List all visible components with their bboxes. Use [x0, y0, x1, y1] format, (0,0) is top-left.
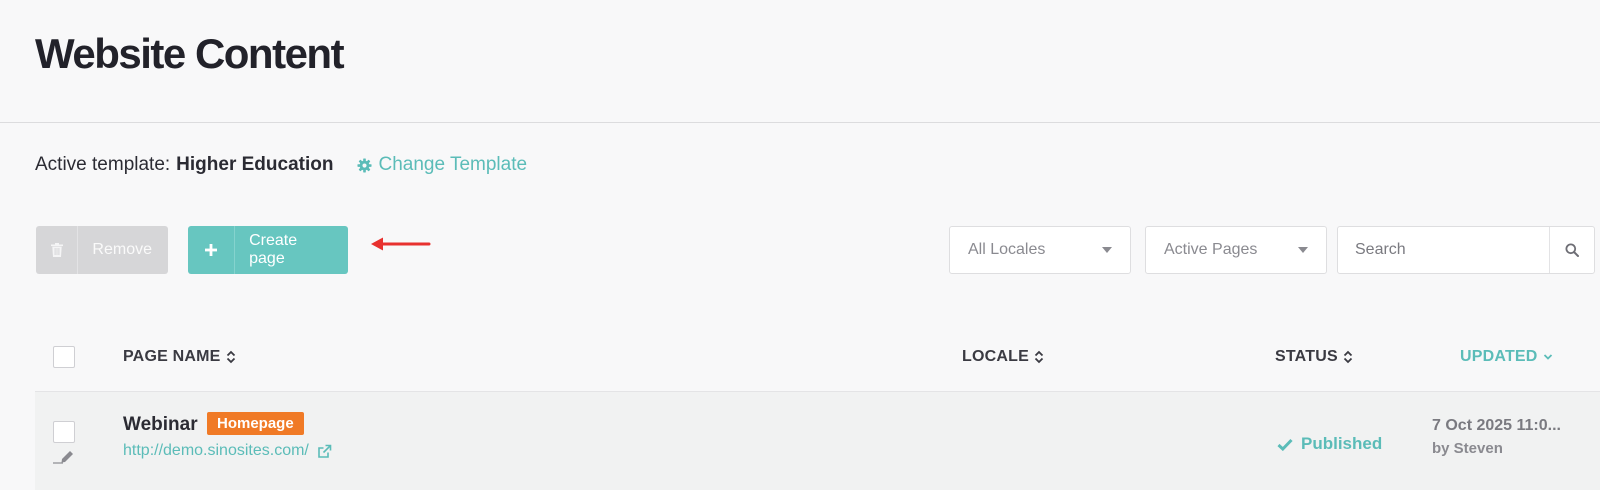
locale-filter-value: All Locales: [968, 241, 1046, 258]
check-icon: [1277, 438, 1293, 451]
trash-icon: [36, 226, 79, 274]
homepage-badge: Homepage: [207, 412, 304, 435]
header-divider: [0, 122, 1600, 123]
updated-by: by Steven: [1432, 440, 1503, 457]
plus-icon: [188, 226, 236, 274]
chevron-down-icon: [1298, 247, 1308, 253]
column-header-locale-label: LOCALE: [962, 348, 1029, 365]
search-icon: [1565, 243, 1579, 257]
table-header: PAGE NAME LOCALE STATUS UPDATED: [35, 338, 1600, 390]
column-header-locale[interactable]: LOCALE: [962, 348, 1044, 366]
create-page-button[interactable]: Create page: [188, 226, 348, 274]
column-header-status-label: STATUS: [1275, 348, 1338, 365]
pages-filter-select[interactable]: Active Pages: [1145, 226, 1327, 274]
search-button[interactable]: [1549, 227, 1594, 273]
gear-icon: [357, 157, 372, 173]
column-header-page-name-label: PAGE NAME: [123, 348, 221, 365]
active-template-row: Active template: Higher Education Change…: [35, 154, 527, 176]
column-header-updated-label: UPDATED: [1460, 348, 1538, 365]
active-template-label: Active template:: [35, 154, 171, 175]
pages-filter-value: Active Pages: [1164, 241, 1258, 258]
select-all-checkbox[interactable]: [53, 346, 75, 368]
change-template-label: Change Template: [378, 154, 528, 175]
updated-date: 7 Oct 2025 11:0...: [1432, 417, 1561, 434]
page-url-link[interactable]: http://demo.sinosites.com/: [123, 442, 332, 460]
remove-button-label: Remove: [92, 241, 152, 258]
sort-icon: [226, 350, 235, 364]
annotation-arrow-icon: [371, 237, 431, 251]
pencil-icon[interactable]: [53, 448, 75, 464]
column-header-page-name[interactable]: PAGE NAME: [123, 348, 236, 366]
sort-icon: [1034, 350, 1044, 364]
chevron-down-icon: [1102, 247, 1112, 253]
page-name[interactable]: Webinar: [123, 414, 198, 436]
row-checkbox[interactable]: [53, 421, 75, 443]
locale-filter-select[interactable]: All Locales: [949, 226, 1131, 274]
remove-button[interactable]: Remove: [36, 226, 168, 274]
sort-icon: [1343, 350, 1352, 364]
change-template-link[interactable]: Change Template: [357, 154, 527, 176]
search-box: [1337, 226, 1595, 274]
table-row[interactable]: Webinar Homepage http://demo.sinosites.c…: [35, 391, 1600, 490]
status-badge: Published: [1277, 434, 1382, 454]
chevron-down-icon: [1543, 354, 1552, 360]
page-url-text: http://demo.sinosites.com/: [123, 442, 309, 459]
page-title: Website Content: [35, 30, 345, 77]
column-header-status[interactable]: STATUS: [1275, 348, 1353, 366]
column-header-updated[interactable]: UPDATED: [1460, 348, 1553, 366]
status-label: Published: [1301, 434, 1383, 453]
create-page-button-label: Create page: [249, 232, 298, 267]
active-template-name: Higher Education: [176, 154, 334, 175]
external-link-icon: [318, 444, 332, 458]
search-input[interactable]: [1338, 227, 1548, 273]
